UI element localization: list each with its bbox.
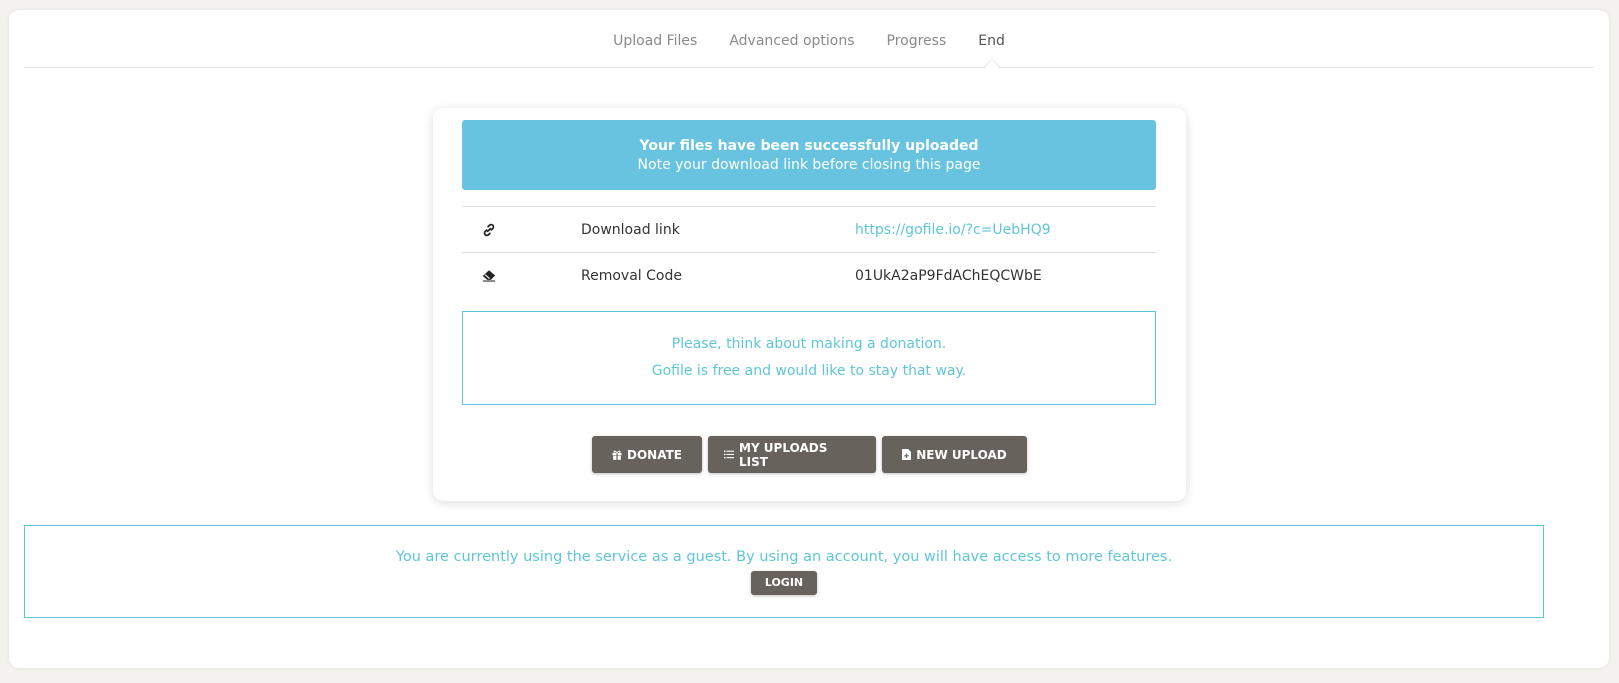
donation-line-2: Gofile is free and would like to stay th… xyxy=(651,363,967,379)
success-alert: Your files have been successfully upload… xyxy=(462,120,1156,190)
success-title: Your files have been successfully upload… xyxy=(639,137,979,154)
donation-notice: Please, think about making a donation. G… xyxy=(462,311,1156,405)
file-plus-icon xyxy=(902,449,912,460)
main-panel: Upload Files Advanced options Progress E… xyxy=(9,10,1609,668)
link-icon xyxy=(462,223,581,237)
donate-label: DONATE xyxy=(627,447,682,462)
guest-message: You are currently using the service as a… xyxy=(395,549,1173,565)
login-button[interactable]: LOGIN xyxy=(750,571,818,595)
list-icon xyxy=(724,450,734,459)
tab-progress[interactable]: Progress xyxy=(871,33,963,49)
gift-icon xyxy=(612,450,622,460)
tab-upload-files[interactable]: Upload Files xyxy=(597,33,713,49)
eraser-icon xyxy=(462,269,581,282)
result-card: Your files have been successfully upload… xyxy=(433,108,1186,501)
step-tabs: Upload Files Advanced options Progress E… xyxy=(24,10,1594,68)
guest-notice: You are currently using the service as a… xyxy=(24,525,1544,618)
action-buttons: DONATE MY UPLOADS LIST NEW UPLOAD xyxy=(433,436,1186,473)
tab-advanced-options[interactable]: Advanced options xyxy=(713,33,870,49)
table-row-download-link: Download link https://gofile.io/?c=UebHQ… xyxy=(462,207,1156,253)
upload-info-table: Download link https://gofile.io/?c=UebHQ… xyxy=(462,206,1156,298)
donate-button[interactable]: DONATE xyxy=(592,436,702,473)
my-uploads-list-label: MY UPLOADS LIST xyxy=(739,440,828,469)
success-subtitle: Note your download link before closing t… xyxy=(637,156,981,173)
new-upload-button[interactable]: NEW UPLOAD xyxy=(882,436,1027,473)
removal-code-value: 01UkA2aP9FdAChEQCWbE xyxy=(855,267,1042,284)
table-row-removal-code: Removal Code 01UkA2aP9FdAChEQCWbE xyxy=(462,253,1156,298)
my-uploads-list-button[interactable]: MY UPLOADS LIST xyxy=(708,436,876,473)
download-link-label: Download link xyxy=(581,221,680,238)
removal-code-label: Removal Code xyxy=(581,267,682,284)
download-link[interactable]: https://gofile.io/?c=UebHQ9 xyxy=(855,222,1051,238)
donation-line-1: Please, think about making a donation. xyxy=(671,336,947,352)
new-upload-label: NEW UPLOAD xyxy=(916,447,1007,462)
tab-end[interactable]: End xyxy=(962,33,1021,49)
